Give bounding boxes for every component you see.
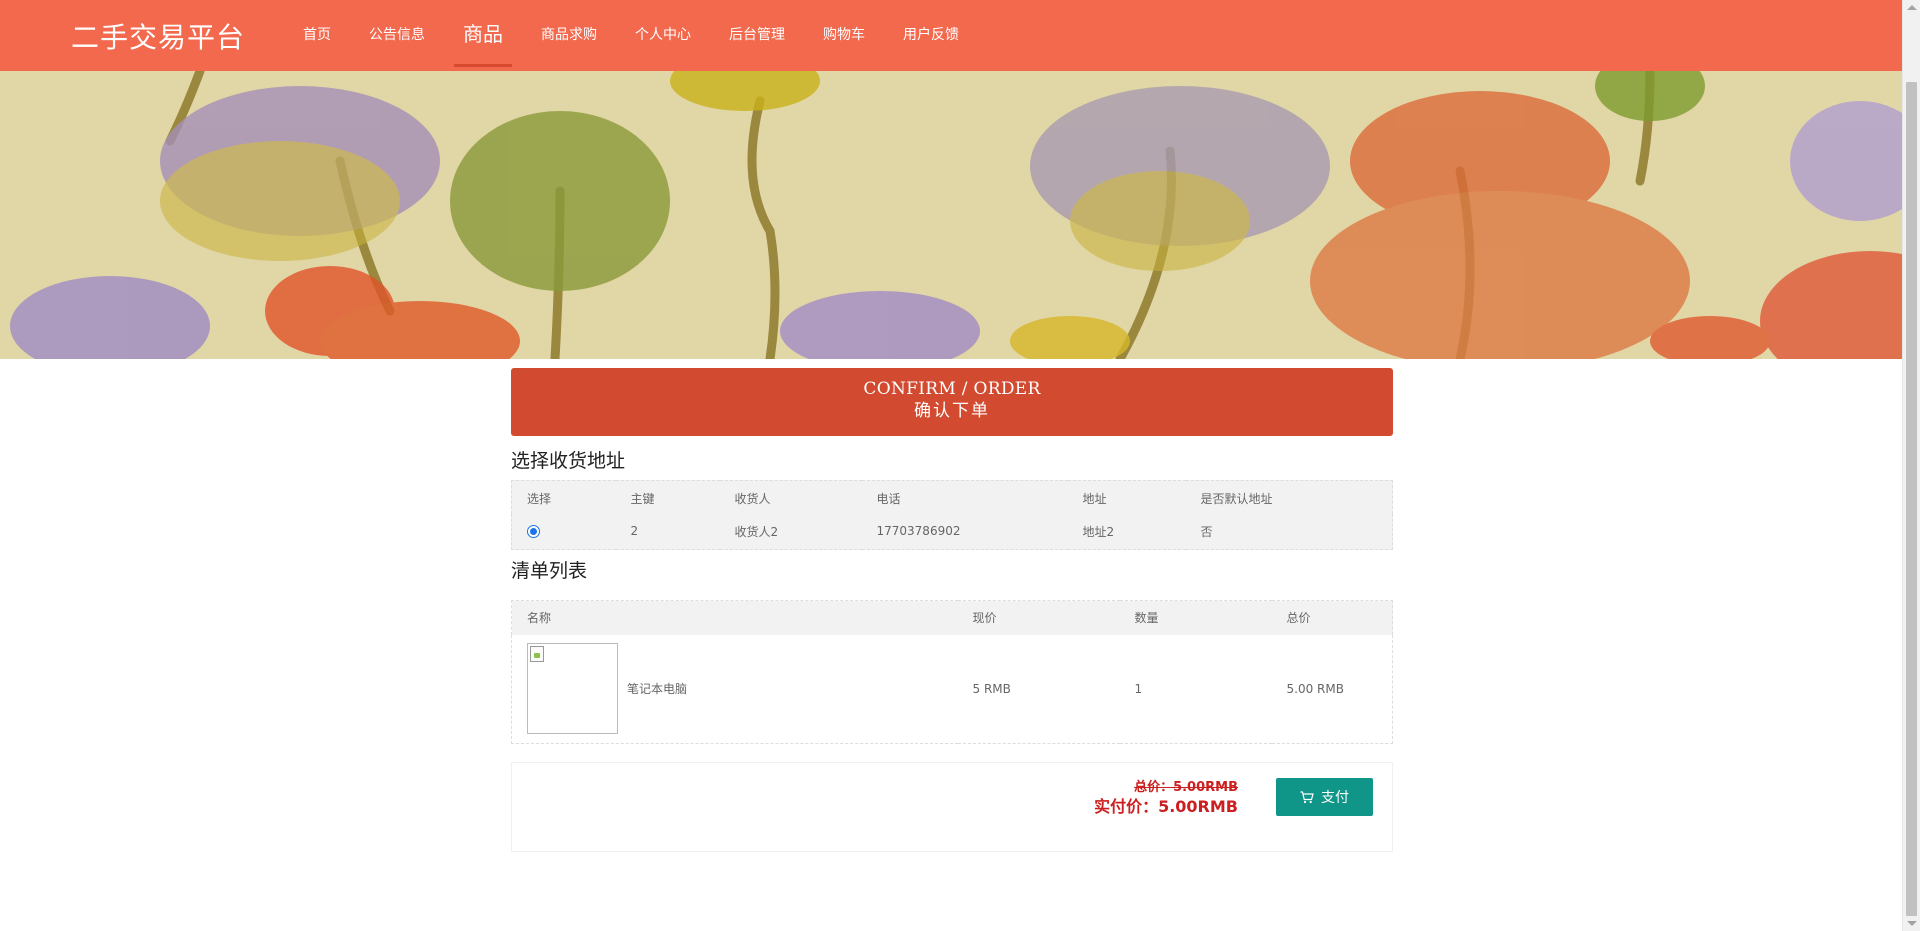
page-scrollbar[interactable] xyxy=(1902,0,1920,931)
item-quantity: 1 xyxy=(1134,681,1143,696)
scroll-thumb[interactable] xyxy=(1906,82,1917,916)
address-id: 2 xyxy=(630,524,639,539)
col-quantity: 数量 xyxy=(1119,600,1272,635)
address-text: 地址2 xyxy=(1082,524,1115,539)
col-price: 现价 xyxy=(957,600,1120,635)
list-section-title: 清单列表 xyxy=(511,560,588,582)
col-total: 总价 xyxy=(1271,600,1393,635)
address-row[interactable]: 2 收货人2 17703786902 地址2 否 xyxy=(512,514,1393,550)
address-receiver: 收货人2 xyxy=(734,524,779,539)
col-select: 选择 xyxy=(527,491,552,506)
main-nav: 首页 公告信息 商品 商品求购 个人中心 后台管理 购物车 用户反馈 xyxy=(284,0,978,71)
address-table: 选择 主键 收货人 电话 地址 是否默认地址 2 收货人2 1770378690… xyxy=(511,480,1393,550)
items-table-header: 名称 现价 数量 总价 xyxy=(511,600,1393,635)
col-address: 地址 xyxy=(1082,491,1107,506)
top-nav-bar: 二手交易平台 首页 公告信息 商品 商品求购 个人中心 后台管理 购物车 用户反… xyxy=(0,0,1902,71)
nav-announcements[interactable]: 公告信息 xyxy=(350,0,444,71)
col-is-default: 是否默认地址 xyxy=(1200,491,1273,506)
order-items-table: 名称 现价 数量 总价 笔记本电脑 5 RMB 1 5.00 RMB xyxy=(511,600,1393,744)
scroll-down-arrow-icon[interactable] xyxy=(1907,921,1917,926)
site-brand[interactable]: 二手交易平台 xyxy=(71,16,245,56)
pay-button[interactable]: 支付 xyxy=(1276,778,1373,816)
order-item-row: 笔记本电脑 5 RMB 1 5.00 RMB xyxy=(512,635,1393,744)
item-thumbnail-image[interactable] xyxy=(527,643,618,735)
address-phone: 17703786902 xyxy=(876,524,961,539)
banner-trees-illustration xyxy=(0,71,1902,359)
col-receiver: 收货人 xyxy=(734,491,771,506)
item-total: 5.00 RMB xyxy=(1286,681,1344,696)
confirm-order-banner: CONFIRM / ORDER 确认下单 xyxy=(511,368,1393,436)
nav-wanted[interactable]: 商品求购 xyxy=(522,0,616,71)
nav-goods[interactable]: 商品 xyxy=(444,0,522,71)
address-section-title: 选择收货地址 xyxy=(511,450,626,472)
item-name[interactable]: 笔记本电脑 xyxy=(627,680,687,697)
confirm-title: CONFIRM / ORDER xyxy=(863,379,1041,399)
broken-image-icon xyxy=(530,646,544,663)
banner-image xyxy=(0,71,1902,359)
address-select-cell xyxy=(512,514,616,550)
address-is-default: 否 xyxy=(1200,524,1213,539)
col-id: 主键 xyxy=(630,491,655,506)
order-confirm-main: CONFIRM / ORDER 确认下单 选择收货地址 选择 主键 收货人 电话… xyxy=(511,368,1393,852)
nav-feedback[interactable]: 用户反馈 xyxy=(884,0,978,71)
scroll-up-arrow-icon[interactable] xyxy=(1907,5,1917,10)
col-phone: 电话 xyxy=(876,491,901,506)
payment-panel: 总价：5.00RMB 实付价：5.00RMB 支付 xyxy=(511,762,1393,852)
pay-button-label: 支付 xyxy=(1321,790,1349,806)
nav-home[interactable]: 首页 xyxy=(284,0,350,71)
col-name: 名称 xyxy=(511,600,958,635)
item-price: 5 RMB xyxy=(972,681,1011,696)
nav-admin[interactable]: 后台管理 xyxy=(710,0,804,71)
nav-cart[interactable]: 购物车 xyxy=(804,0,884,71)
nav-personal-center[interactable]: 个人中心 xyxy=(616,0,710,71)
address-table-header: 选择 主键 收货人 电话 地址 是否默认地址 xyxy=(512,481,1393,514)
cart-icon xyxy=(1300,790,1314,803)
confirm-subtitle: 确认下单 xyxy=(914,401,990,421)
original-total-price: 总价：5.00RMB xyxy=(1134,780,1238,795)
item-name-cell: 笔记本电脑 xyxy=(512,635,958,744)
price-summary: 总价：5.00RMB 实付价：5.00RMB xyxy=(1094,780,1238,818)
actual-pay-price: 实付价：5.00RMB xyxy=(1094,797,1238,816)
address-radio[interactable] xyxy=(527,525,540,539)
